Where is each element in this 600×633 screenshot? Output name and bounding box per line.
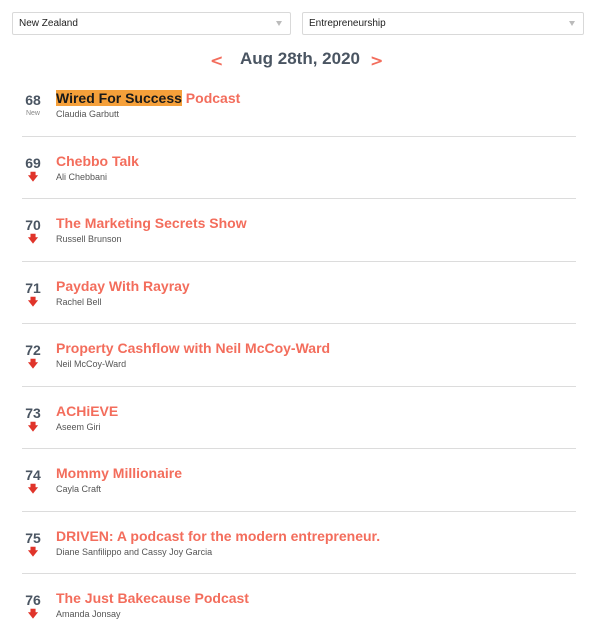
rank-number: 73 [25, 404, 41, 421]
list-item: 69 🡇 Chebbo Talk Ali Chebbani [22, 137, 576, 199]
arrow-down-icon: 🡇 [27, 609, 39, 620]
country-select[interactable]: New Zealand [12, 12, 291, 35]
rank-number: 68 [25, 92, 41, 108]
arrow-down-icon: 🡇 [27, 484, 39, 495]
podcast-title-link[interactable]: Payday With Rayray [56, 278, 190, 294]
rank-number: 70 [25, 217, 41, 233]
podcast-author: Amanda Jonsay [56, 609, 121, 619]
list-item: 71 🡇 Payday With Rayray Rachel Bell [22, 262, 576, 324]
date-navigation: Aug 28th, 2020 < > [0, 49, 600, 73]
list-item: 74 🡇 Mommy Millionaire Cayla Craft [22, 449, 576, 512]
arrow-down-icon: 🡇 [27, 359, 39, 370]
list-item: 72 🡇 Property Cashflow with Neil McCoy-W… [22, 324, 576, 387]
podcast-title-link[interactable]: The Marketing Secrets Show [56, 215, 247, 231]
chart-date: Aug 28th, 2020 [240, 49, 360, 68]
list-item: 68 New Wired For Success Podcast Claudia… [22, 74, 576, 137]
podcast-title-link[interactable]: Wired For Success Podcast [56, 90, 240, 106]
podcast-author: Claudia Garbutt [56, 109, 120, 119]
podcast-author: Ali Chebbani [56, 171, 108, 182]
podcast-title-link[interactable]: Chebbo Talk [56, 153, 139, 169]
podcast-title-link[interactable]: Mommy Millionaire [56, 465, 182, 481]
podcast-author: Aseem Giri [56, 421, 101, 432]
genre-select[interactable]: Entrepreneurship [302, 12, 584, 35]
new-badge: New [25, 110, 40, 117]
country-select-value: New Zealand [19, 18, 78, 29]
podcast-author: Cayla Craft [56, 484, 102, 494]
rank-number: 69 [25, 154, 41, 171]
arrow-down-icon: 🡇 [27, 296, 39, 308]
list-item: 75 🡇 DRIVEN: A podcast for the modern en… [22, 512, 576, 574]
caret-down-icon [569, 21, 575, 26]
podcast-title-link[interactable]: Property Cashflow with Neil McCoy-Ward [56, 340, 330, 356]
genre-select-value: Entrepreneurship [309, 18, 386, 29]
podcast-author: Rachel Bell [56, 296, 102, 307]
next-date-button[interactable]: > [370, 51, 383, 70]
rank-number: 71 [25, 279, 41, 296]
rank-number: 74 [25, 467, 41, 483]
podcast-title-rest: Podcast [181, 90, 241, 106]
caret-down-icon [276, 21, 282, 26]
podcast-author: Russell Brunson [56, 234, 122, 244]
podcast-title-link[interactable]: ACHiEVE [56, 403, 118, 419]
search-highlight: Wired For Success [56, 90, 182, 106]
list-item: 70 🡇 The Marketing Secrets Show Russell … [22, 199, 576, 262]
rank-number: 75 [25, 529, 41, 546]
arrow-down-icon: 🡇 [27, 234, 39, 245]
podcast-title-link[interactable]: The Just Bakecause Podcast [56, 590, 249, 606]
filter-bar: New Zealand Entrepreneurship [12, 12, 584, 35]
podcast-ranking-list: 68 New Wired For Success Podcast Claudia… [22, 74, 576, 633]
arrow-down-icon: 🡇 [27, 546, 39, 558]
list-item: 73 🡇 ACHiEVE Aseem Giri [22, 387, 576, 449]
podcast-author: Neil McCoy-Ward [56, 359, 127, 369]
podcast-title-link[interactable]: DRIVEN: A podcast for the modern entrepr… [56, 528, 380, 544]
list-item: 76 🡇 The Just Bakecause Podcast Amanda J… [22, 574, 576, 633]
arrow-down-icon: 🡇 [27, 171, 39, 183]
rank-number: 72 [25, 342, 41, 358]
rank-number: 76 [25, 592, 41, 608]
previous-date-button[interactable]: < [210, 51, 223, 70]
arrow-down-icon: 🡇 [27, 421, 39, 433]
podcast-author: Diane Sanfilippo and Cassy Joy Garcia [56, 546, 213, 557]
